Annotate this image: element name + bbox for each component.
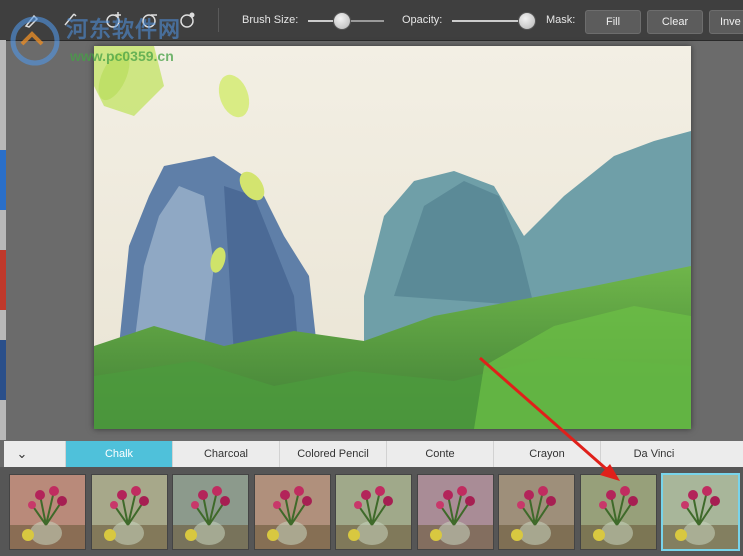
preset-thumbnail[interactable] [579, 474, 657, 550]
preset-thumbnail[interactable] [335, 474, 412, 550]
tab-conte[interactable]: Conte [386, 441, 493, 467]
opacity-knob[interactable] [518, 12, 537, 30]
mask-label: Mask: [546, 14, 576, 26]
fill-button[interactable]: Fill [585, 10, 641, 34]
edge-segment-navy [0, 340, 6, 400]
preset-thumbnail[interactable] [253, 474, 331, 550]
image-canvas[interactable] [94, 46, 691, 429]
tab-colored-pencil[interactable]: Colored Pencil [279, 441, 386, 467]
tab-chalk[interactable]: Chalk [65, 441, 172, 467]
clear-button[interactable]: Clear [647, 10, 703, 34]
preset-thumbnail[interactable] [416, 474, 494, 550]
invert-button[interactable]: Inve [709, 10, 743, 34]
preset-thumbnail[interactable] [172, 474, 249, 550]
edge-segment-red [0, 250, 6, 310]
preset-thumbnail-strip [0, 467, 743, 556]
watermark-logo-icon [10, 16, 60, 66]
tab-charcoal[interactable]: Charcoal [172, 441, 279, 467]
watermark-url: www.pc0359.cn [70, 48, 174, 64]
collapse-chevron-icon[interactable]: ⌄ [4, 441, 40, 467]
watermark-text: 河东软件网 [66, 17, 182, 42]
preset-thumbnail[interactable] [9, 474, 86, 550]
edge-segment-blue [0, 150, 6, 210]
painted-landscape-image [94, 46, 691, 429]
toolbar-separator [218, 8, 219, 32]
preset-thumbnail[interactable] [498, 474, 575, 550]
style-tabbar: ⌄ Chalk Charcoal Colored Pencil Conte Crayon… [4, 441, 743, 467]
brush-size-label: Brush Size: [242, 14, 299, 26]
preset-thumbnail[interactable] [90, 474, 168, 550]
brush-size-knob[interactable] [332, 12, 351, 30]
preset-thumbnail[interactable] [661, 473, 740, 551]
background-window-edge [0, 40, 6, 440]
tab-da-vinci[interactable]: Da Vinci [600, 441, 707, 467]
tab-crayon[interactable]: Crayon [493, 441, 600, 467]
opacity-label: Opacity: [402, 14, 443, 26]
opacity-fill [452, 20, 527, 22]
